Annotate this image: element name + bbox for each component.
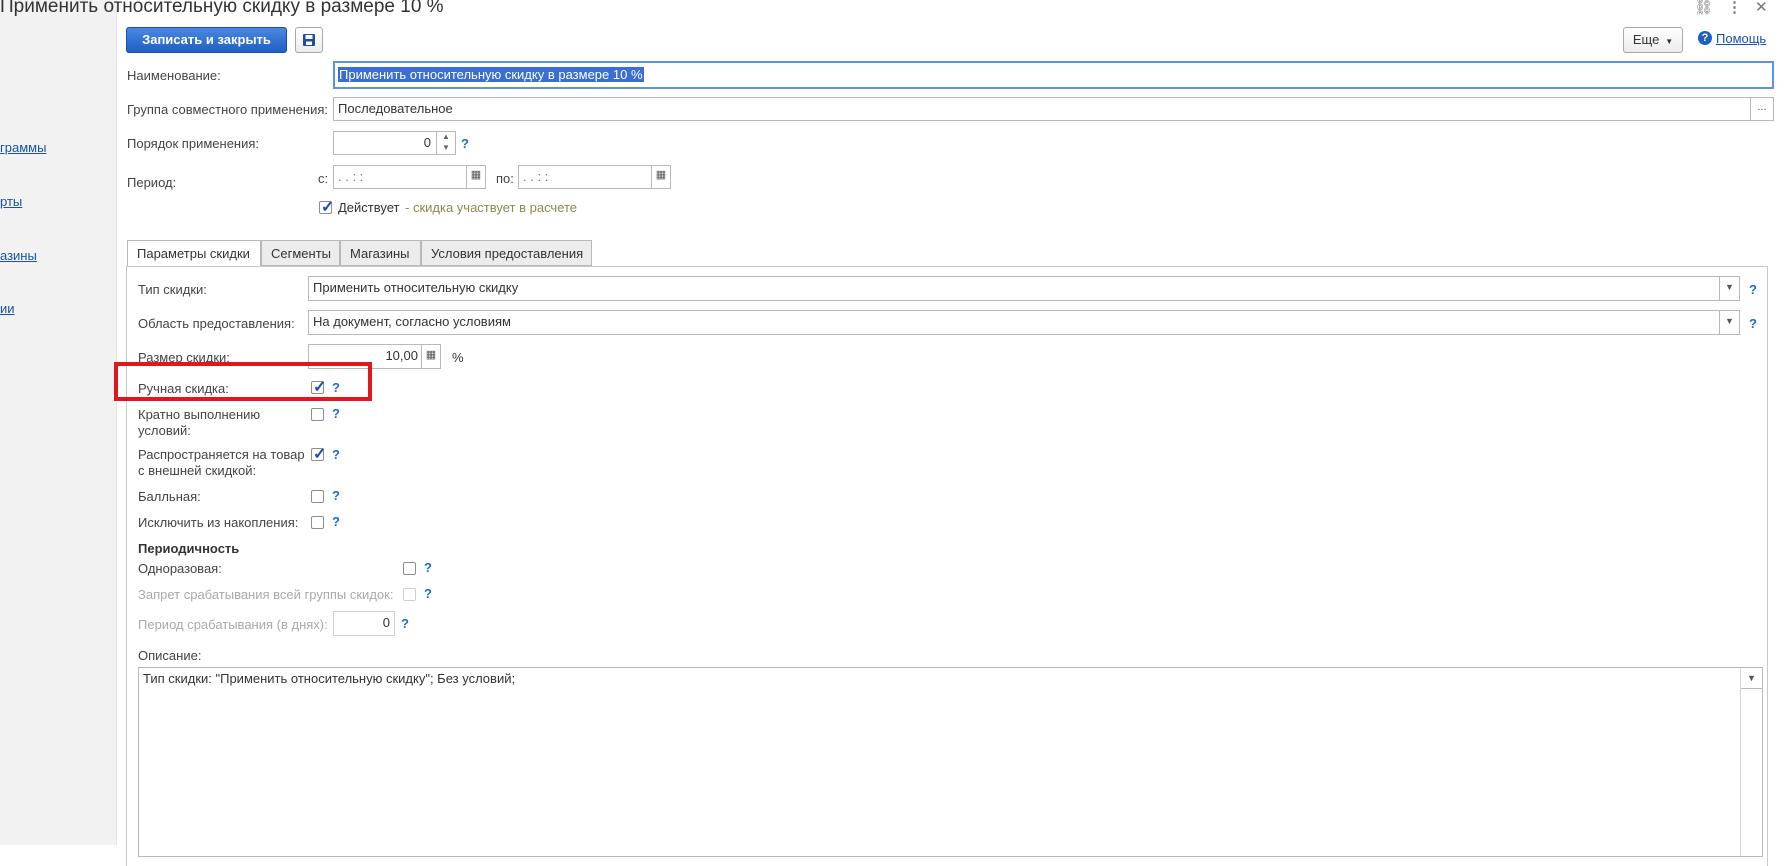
multiple-label-line1: Кратно выполнению	[138, 407, 261, 422]
trigger-period-label: Период срабатывания (в днях):	[138, 617, 328, 632]
name-label: Наименование:	[127, 68, 221, 83]
discount-type-help-icon[interactable]: ?	[1749, 282, 1757, 297]
order-field-value: 0	[423, 135, 431, 150]
textarea-divider	[1740, 668, 1741, 856]
calendar-icon[interactable]: ▦	[466, 166, 485, 188]
chevron-down-icon[interactable]: ▼	[1719, 311, 1739, 334]
period-to-field[interactable]: . . : : ▦	[518, 165, 671, 189]
description-value: Тип скидки: "Применить относительную ски…	[143, 671, 516, 686]
left-nav-item-programs[interactable]: граммы	[0, 140, 46, 155]
onetime-checkbox[interactable]	[403, 562, 416, 575]
description-label: Описание:	[138, 648, 202, 663]
description-textarea[interactable]: Тип скидки: "Применить относительную ски…	[138, 667, 1763, 857]
trigger-period-field[interactable]: 0	[333, 611, 395, 636]
chevron-down-icon: ▼	[1662, 37, 1674, 46]
more-button-label: Еще	[1632, 32, 1660, 47]
external-label-line1: Распространяется на товар	[138, 447, 305, 462]
multiple-label-line2: условий:	[138, 423, 191, 438]
block-group-label: Запрет срабатывания всей группы скидок:	[138, 587, 394, 602]
block-group-checkbox[interactable]	[403, 588, 416, 601]
tab-discount-params[interactable]: Параметры скидки	[127, 240, 261, 267]
link-icon[interactable]: ⛓	[1694, 0, 1713, 16]
periodicity-heading: Периодичность	[138, 541, 240, 556]
discount-type-label: Тип скидки:	[138, 282, 207, 297]
order-field[interactable]: 0 ▲ ▼	[333, 131, 456, 155]
left-nav-item-cards[interactable]: рты	[0, 194, 22, 209]
trigger-period-value: 0	[382, 615, 390, 630]
chevron-down-icon[interactable]: ▼	[1740, 668, 1762, 689]
calculator-icon[interactable]: ▦	[421, 345, 440, 368]
save-and-close-button[interactable]: Записать и закрыть	[126, 27, 287, 53]
period-to-value: . . : :	[523, 169, 549, 184]
block-group-help-icon[interactable]: ?	[424, 586, 432, 601]
check-icon: ✓	[321, 199, 335, 216]
multiple-help-icon[interactable]: ?	[332, 406, 340, 421]
more-vertical-icon[interactable]: ⋮	[1727, 0, 1742, 16]
save-button[interactable]	[295, 27, 323, 53]
points-label: Балльная:	[138, 489, 201, 504]
area-label: Область предоставления:	[138, 316, 295, 331]
group-label: Группа совместного применения:	[127, 102, 328, 117]
points-checkbox[interactable]	[311, 490, 324, 503]
group-select-button[interactable]: ...	[1750, 98, 1773, 120]
calendar-icon[interactable]: ▦	[651, 166, 670, 188]
onetime-label: Одноразовая:	[138, 561, 222, 576]
name-field-value: Применить относительную скидку в размере…	[338, 67, 644, 82]
left-nav-item-stores[interactable]: азины	[0, 248, 37, 263]
order-help-icon[interactable]: ?	[461, 136, 469, 151]
onetime-help-icon[interactable]: ?	[424, 560, 432, 575]
area-value: На документ, согласно условиям	[313, 314, 511, 329]
active-checkbox[interactable]: ✓	[319, 199, 334, 216]
order-label: Порядок применения:	[127, 136, 260, 151]
group-field-value: Последовательное	[338, 101, 453, 116]
discount-size-value: 10,00	[385, 348, 418, 363]
discount-type-value: Применить относительную скидку	[313, 280, 519, 295]
area-help-icon[interactable]: ?	[1749, 316, 1757, 331]
area-select[interactable]: На документ, согласно условиям ▼	[308, 310, 1740, 335]
external-checkbox[interactable]: ✓	[311, 446, 326, 463]
order-stepper[interactable]: ▲ ▼	[436, 132, 455, 154]
check-icon: ✓	[313, 446, 327, 463]
chevron-down-icon[interactable]: ▼	[1719, 277, 1739, 300]
tab-segments[interactable]: Сегменты	[261, 240, 340, 266]
period-from-label: с:	[318, 171, 329, 186]
more-button[interactable]: Еще ▼	[1623, 27, 1683, 53]
highlight-box	[114, 362, 372, 401]
close-icon[interactable]: ✕	[1755, 0, 1768, 16]
discount-size-unit: %	[452, 350, 464, 365]
left-nav-item-other[interactable]: ии	[0, 301, 15, 316]
help-icon: ?	[1698, 31, 1712, 45]
exclude-help-icon[interactable]: ?	[332, 514, 340, 529]
external-help-icon[interactable]: ?	[332, 447, 340, 462]
external-label-line2: с внешней скидкой:	[138, 463, 257, 478]
exclude-checkbox[interactable]	[311, 516, 324, 529]
window-title: Применить относительную скидку в размере…	[0, 0, 444, 17]
save-icon	[303, 34, 315, 46]
group-field[interactable]: Последовательное ...	[333, 97, 1774, 121]
active-hint: - скидка участвует в расчете	[405, 200, 578, 215]
period-from-value: . . : :	[338, 169, 364, 184]
period-from-field[interactable]: . . : : ▦	[333, 165, 486, 189]
period-label: Период:	[127, 175, 177, 190]
discount-type-select[interactable]: Применить относительную скидку ▼	[308, 276, 1740, 301]
left-nav-panel: граммы рты азины ии	[0, 0, 117, 845]
period-to-label: по:	[496, 171, 514, 186]
name-field[interactable]: Применить относительную скидку в размере…	[333, 61, 1774, 89]
points-help-icon[interactable]: ?	[332, 488, 340, 503]
exclude-label: Исключить из накопления:	[138, 515, 299, 530]
active-label: Действует	[338, 200, 400, 215]
help-link[interactable]: Помощь	[1716, 31, 1766, 46]
tab-conditions[interactable]: Условия предоставления	[421, 240, 592, 266]
trigger-period-help-icon[interactable]: ?	[401, 616, 409, 631]
multiple-checkbox[interactable]	[311, 408, 324, 421]
tab-stores[interactable]: Магазины	[340, 240, 421, 266]
